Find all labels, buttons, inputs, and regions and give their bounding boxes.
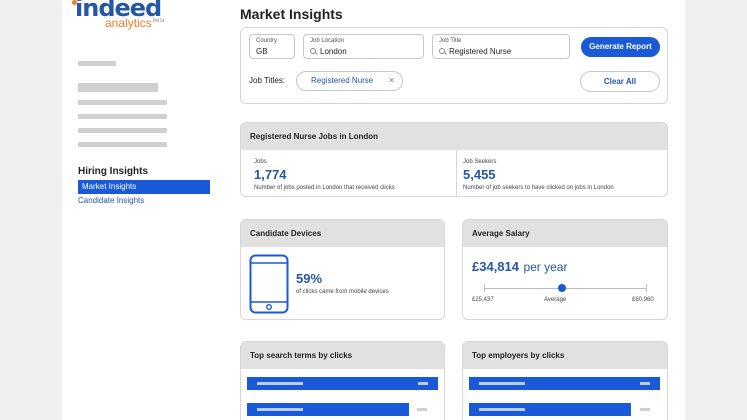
country-value: GB — [256, 47, 268, 56]
job-location-field[interactable]: Job Location London — [303, 34, 424, 59]
search-term-bar[interactable] — [247, 403, 409, 416]
mobile-clicks-percent: 59% — [296, 271, 323, 286]
candidate-devices-title: Candidate Devices — [241, 220, 444, 247]
top-search-terms-title: Top search terms by clicks — [241, 342, 444, 369]
chip-label: Registered Nurse — [311, 76, 374, 85]
search-icon — [310, 48, 316, 54]
job-titles-label: Job Titles: — [249, 76, 286, 85]
job-title-field[interactable]: Job Title Registered Nurse — [432, 34, 570, 59]
employer-bar[interactable] — [469, 377, 660, 390]
filter-panel: Country GB Job Location London Job Title… — [240, 27, 668, 104]
jobs-value: 1,774 — [254, 167, 287, 182]
employer-bar[interactable] — [469, 403, 631, 416]
search-icon — [439, 48, 445, 54]
job-title-label: Job Title — [439, 38, 462, 44]
job-seekers-description: Number of job seekers to have clicked on… — [463, 185, 614, 191]
sidebar-placeholder-line — [78, 142, 167, 147]
page-title: Market Insights — [240, 6, 343, 22]
salary-average-label: Average — [544, 297, 567, 303]
bar-value-placeholder — [418, 382, 428, 385]
salary-min-tick — [484, 284, 485, 292]
country-label: Country — [256, 38, 278, 44]
job-title-chip[interactable]: Registered Nurse ✕ — [296, 71, 403, 91]
nav-heading: Hiring Insights — [78, 166, 148, 177]
mobile-phone-icon — [249, 254, 289, 314]
sidebar-placeholder-line — [78, 114, 167, 119]
close-icon[interactable]: ✕ — [388, 72, 395, 90]
bar-value-placeholder — [417, 408, 427, 411]
page-margin-left — [0, 0, 62, 420]
sidebar-placeholder-line — [78, 100, 167, 105]
job-seekers-value: 5,455 — [463, 167, 496, 182]
salary-value-row: £34,814 per year — [472, 258, 567, 276]
page-margin-right — [685, 0, 747, 420]
salary-max-tick — [646, 284, 647, 292]
salary-max: £60,960 — [632, 297, 654, 303]
job-title-value: Registered Nurse — [449, 47, 512, 56]
clear-all-button[interactable]: Clear All — [580, 71, 660, 92]
nav-item-candidate-insights[interactable]: Candidate Insights — [78, 194, 210, 208]
salary-average-marker — [557, 284, 566, 292]
candidate-devices-card: Candidate Devices 59% of clicks came fro… — [240, 219, 445, 320]
jobs-label: Jobs — [254, 159, 267, 165]
bar-value-placeholder — [640, 408, 650, 411]
mobile-clicks-description: of clicks came from mobile devices — [296, 289, 389, 295]
salary-value: £34,814 — [472, 259, 519, 274]
bar-label-placeholder — [479, 382, 525, 385]
logo-accent-icon — [72, 0, 77, 5]
bar-label-placeholder — [257, 408, 303, 411]
job-location-value: London — [320, 47, 347, 56]
sidebar-placeholder-block — [78, 83, 158, 92]
top-employers-card: Top employers by clicks — [462, 341, 668, 420]
salary-min: £25,437 — [472, 297, 494, 303]
beta-tag: beta — [152, 18, 165, 24]
logo-product: analyticsbeta — [105, 16, 164, 30]
job-seekers-label: Job Seekers — [463, 159, 497, 165]
average-salary-card: Average Salary £34,814 per year £25,437 … — [462, 219, 668, 320]
nav-item-market-insights[interactable]: Market Insights — [78, 180, 210, 194]
summary-card: Registered Nurse Jobs in London Jobs 1,7… — [240, 122, 668, 197]
jobs-description: Number of jobs posted in London that rec… — [254, 185, 395, 191]
bar-label-placeholder — [257, 382, 303, 385]
sidebar-placeholder-line — [78, 128, 167, 133]
summary-title: Registered Nurse Jobs in London — [241, 123, 667, 150]
logo-product-label: analytics — [105, 16, 152, 30]
search-term-bar[interactable] — [247, 377, 438, 390]
top-search-terms-card: Top search terms by clicks — [240, 341, 445, 420]
country-field[interactable]: Country GB — [249, 34, 295, 59]
indeed-analytics-logo[interactable]: indeed analyticsbeta — [72, 0, 164, 30]
generate-report-button[interactable]: Generate Report — [581, 37, 660, 57]
salary-period: per year — [523, 260, 568, 274]
average-salary-title: Average Salary — [463, 220, 667, 247]
top-employers-title: Top employers by clicks — [463, 342, 667, 369]
bar-label-placeholder — [479, 408, 525, 411]
job-location-label: Job Location — [310, 38, 345, 44]
bar-value-placeholder — [640, 382, 650, 385]
summary-divider — [456, 150, 457, 196]
sidebar-placeholder-line — [78, 61, 116, 66]
